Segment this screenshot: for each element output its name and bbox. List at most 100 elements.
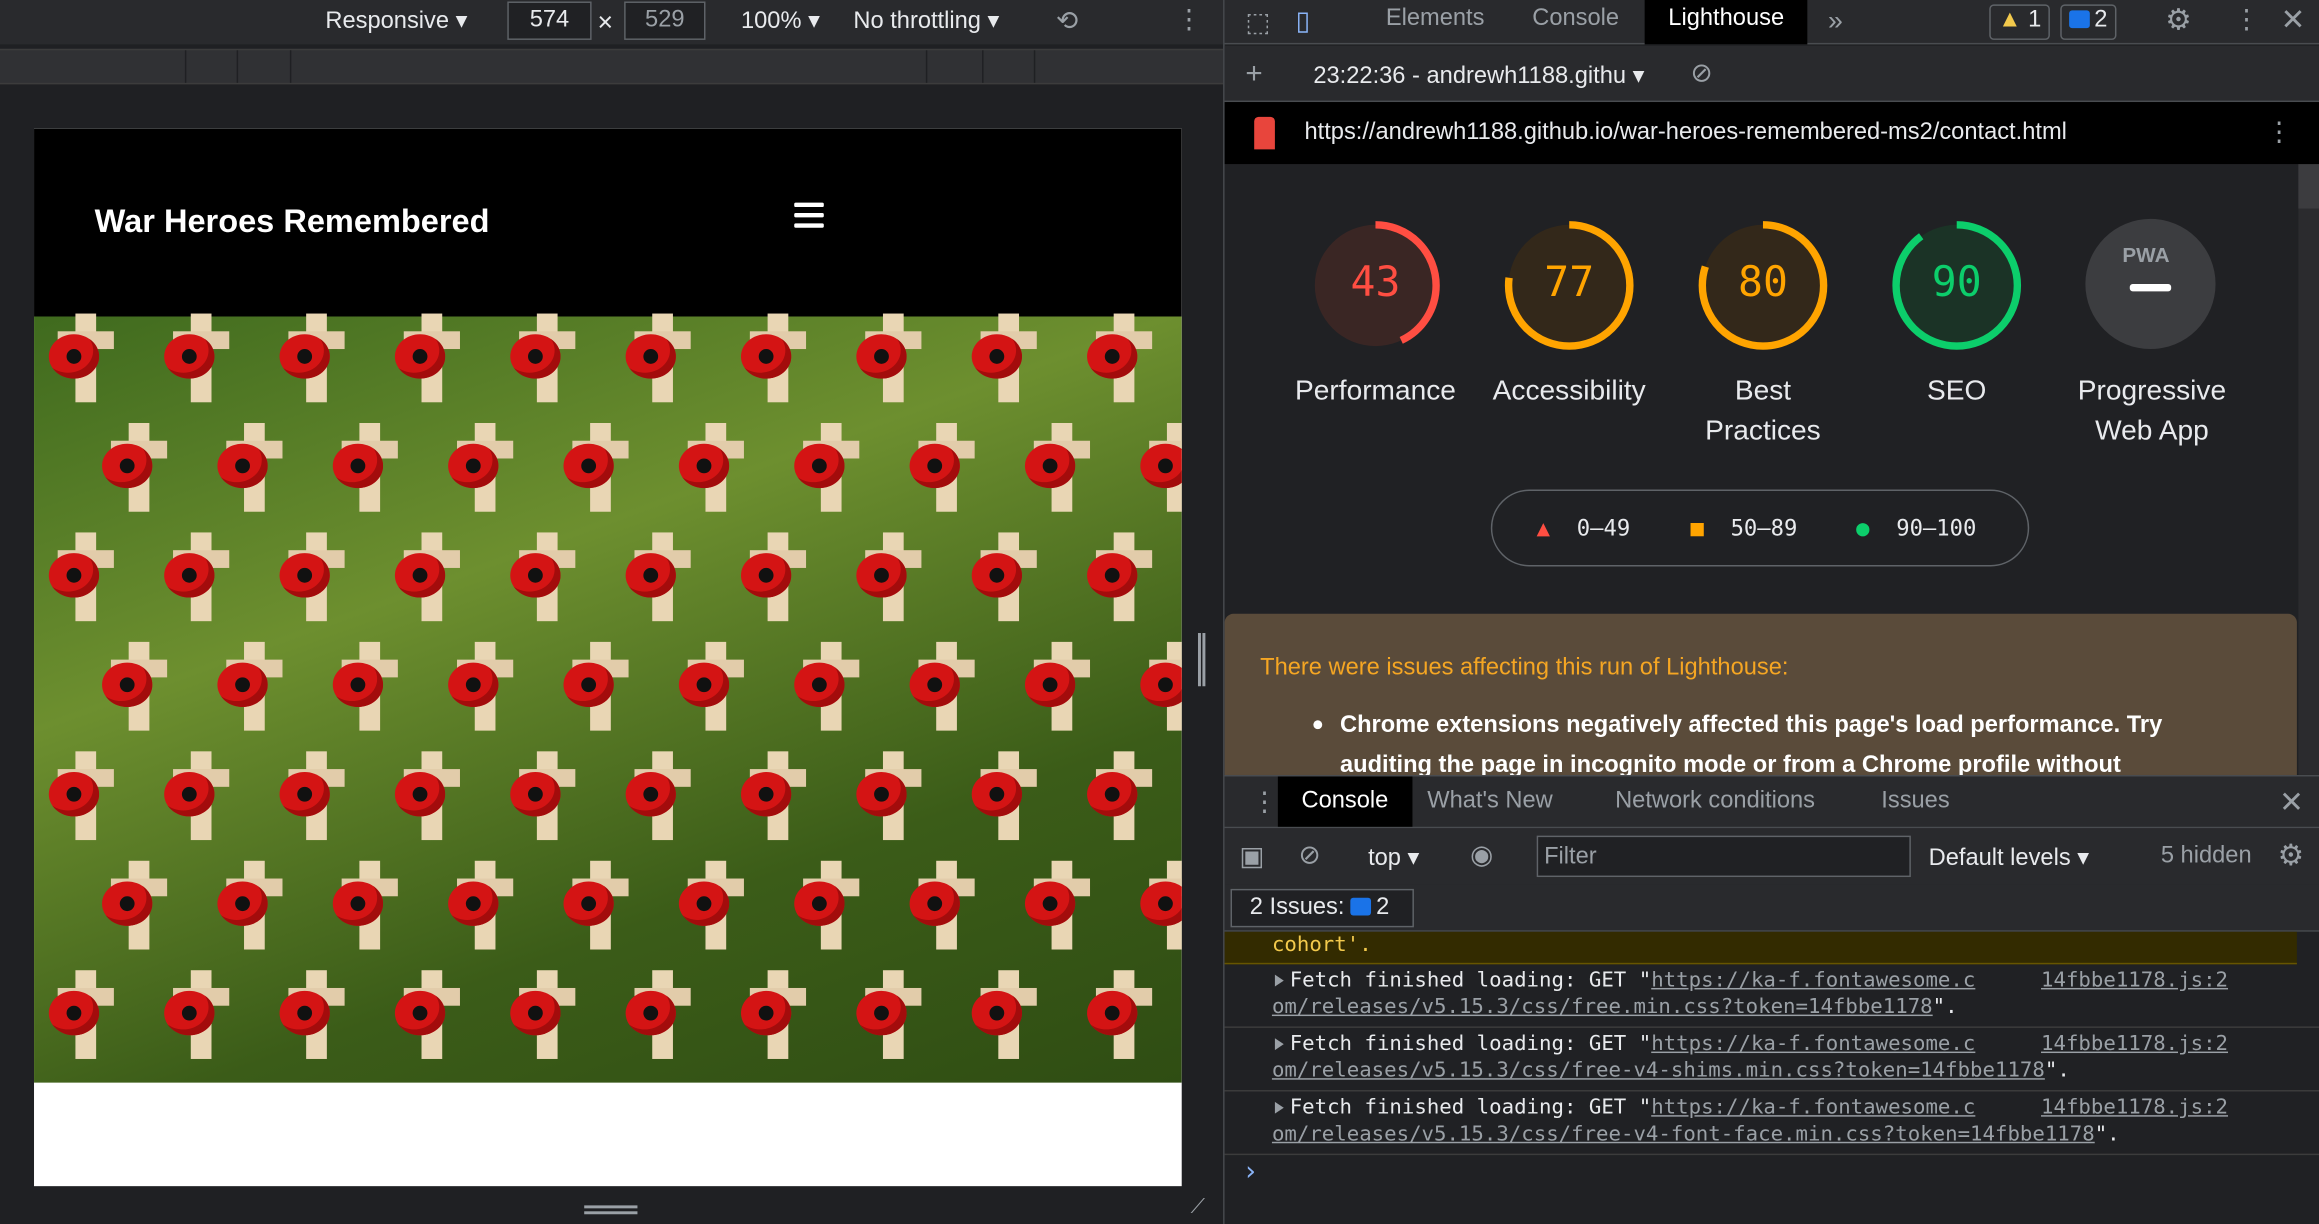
message-link-cont[interactable]: om/releases/v5.15.3/css/free.min.css?tok… <box>1272 995 1933 1019</box>
legend-average: ■ 50–89 <box>1690 515 1797 542</box>
gauge-performance[interactable]: 43 <box>1309 219 1442 352</box>
gauge-accessibility[interactable]: 77 <box>1503 219 1636 352</box>
poppy <box>740 990 792 1036</box>
poppy <box>279 772 330 817</box>
tab-elements[interactable]: Elements <box>1386 6 1485 33</box>
issues-button-count: 2 <box>1376 894 1390 920</box>
report-scrollbar[interactable] <box>2298 164 2319 775</box>
emulated-page: War Heroes Remembered <box>34 128 1182 1187</box>
height-input[interactable]: 529 <box>624 1 706 40</box>
message-link-cont[interactable]: om/releases/v5.15.3/css/free-v4-shims.mi… <box>1272 1059 2045 1083</box>
issues-badge[interactable]: 2 <box>2060 4 2117 40</box>
expand-triangle-icon[interactable] <box>1274 1038 1284 1051</box>
site-brand[interactable]: War Heroes Remembered <box>95 203 490 241</box>
console-message: Fetch finished loading: GET "https://ka-… <box>1224 1092 2319 1156</box>
message-link[interactable]: https://ka-f.fontawesome.c <box>1651 1032 1975 1056</box>
width-input[interactable]: 574 <box>507 1 592 40</box>
close-devtools-icon[interactable]: ✕ <box>2281 6 2306 36</box>
message-prefix: Fetch finished loading: GET " <box>1289 968 1652 993</box>
live-expression-eye-icon[interactable]: ◉ <box>1470 842 1493 869</box>
device-select[interactable]: Responsive ▾ <box>325 6 467 36</box>
warnings-badge[interactable]: ▲ 1 <box>1989 4 2051 40</box>
drawer-menu-icon[interactable]: ⋮ <box>1251 788 1278 815</box>
message-link[interactable]: https://ka-f.fontawesome.c <box>1651 969 1975 993</box>
message-prefix: Fetch finished loading: GET " <box>1289 1095 1652 1120</box>
report-url-bar: https://andrewh1188.github.io/war-heroes… <box>1224 102 2319 165</box>
hidden-count: 5 hidden <box>2160 843 2252 869</box>
lighthouse-logo-icon <box>1254 116 1275 150</box>
width-resize-handle[interactable] <box>1197 633 1206 687</box>
poppy <box>971 990 1022 1036</box>
poppy <box>625 553 676 598</box>
drawer-tab-whats-new[interactable]: What's New <box>1427 788 1553 815</box>
tab-console[interactable]: Console <box>1532 6 1619 33</box>
console-prompt-icon[interactable]: › <box>1242 1157 1258 1188</box>
drawer-tab-issues[interactable]: Issues <box>1881 788 1949 815</box>
corner-resize-icon[interactable]: ⟋ <box>1191 1195 1206 1216</box>
message-source-link[interactable]: 14fbbe1178.js:2 <box>2041 969 2228 993</box>
poppy <box>394 553 446 598</box>
gauge-best-practices[interactable]: 80 <box>1696 219 1829 352</box>
device-select-label: Responsive <box>325 8 450 35</box>
warning-item: Chrome extensions negatively affected th… <box>1339 712 2163 775</box>
poppy <box>1087 553 1138 598</box>
poppy <box>510 334 561 379</box>
poppy <box>794 881 845 926</box>
device-emulation-pane: Responsive ▾ 574 × 529 100% ▾ No throttl… <box>0 0 1224 1224</box>
message-source-link[interactable]: 14fbbe1178.js:2 <box>2041 1096 2228 1120</box>
tab-lighthouse[interactable]: Lighthouse <box>1644 0 1808 45</box>
poppy <box>279 553 330 598</box>
report-select[interactable]: 23:22:36 - andrewh1188.githu ▾ <box>1313 61 1644 91</box>
inspect-element-icon[interactable]: ⬚ <box>1245 9 1270 36</box>
close-drawer-icon[interactable]: ✕ <box>2279 788 2304 818</box>
poppy <box>1087 334 1138 379</box>
report-menu-icon[interactable]: ⋮ <box>2266 118 2293 145</box>
poppy <box>971 334 1022 379</box>
poppy <box>678 443 730 489</box>
rotate-icon[interactable]: ⟲ <box>1056 7 1078 34</box>
drawer-tab-network-conditions[interactable]: Network conditions <box>1615 788 1815 815</box>
message-link[interactable]: https://ka-f.fontawesome.c <box>1651 1096 1975 1120</box>
gauge-label-seo: SEO <box>1927 375 1987 407</box>
new-report-icon[interactable]: + <box>1245 59 1262 89</box>
media-query-bar[interactable] <box>0 48 1224 85</box>
report-url[interactable]: https://andrewh1188.github.io/war-heroes… <box>1304 120 2066 147</box>
issues-button[interactable]: 2 Issues: 2 <box>1230 888 1414 928</box>
poppy <box>102 881 153 926</box>
hamburger-menu-icon[interactable] <box>794 202 824 230</box>
gauge-seo[interactable]: 90 <box>1890 219 2023 352</box>
device-toggle-icon[interactable]: ▯ <box>1296 7 1311 34</box>
context-select[interactable]: top ▾ <box>1368 843 1419 873</box>
lighthouse-toolbar: + 23:22:36 - andrewh1188.githu ▾ ⊘ <box>1224 45 2319 103</box>
poppy <box>1024 662 1076 707</box>
poppy <box>909 443 960 489</box>
throttling-select[interactable]: No throttling ▾ <box>853 6 999 36</box>
expand-triangle-icon[interactable] <box>1274 1101 1284 1114</box>
sidebar-toggle-icon[interactable]: ▣ <box>1239 843 1264 870</box>
height-resize-handle[interactable] <box>584 1205 638 1215</box>
customize-icon[interactable]: ⋮ <box>2233 6 2260 33</box>
message-link-cont[interactable]: om/releases/v5.15.3/css/free-v4-font-fac… <box>1272 1123 2095 1147</box>
poppy <box>625 772 676 817</box>
poppy <box>217 881 268 926</box>
more-options-icon[interactable]: ⋮ <box>1176 6 1203 33</box>
more-tabs-icon[interactable]: » <box>1828 7 1843 34</box>
poppy <box>971 772 1022 817</box>
zoom-select[interactable]: 100% ▾ <box>741 6 820 36</box>
clear-console-icon[interactable]: ⊘ <box>1299 842 1321 869</box>
poppy <box>448 662 499 707</box>
poppy <box>740 334 792 379</box>
console-settings-gear-icon[interactable]: ⚙ <box>2278 842 2305 872</box>
poppy <box>971 553 1022 598</box>
settings-gear-icon[interactable]: ⚙ <box>2165 6 2192 36</box>
expand-triangle-icon[interactable] <box>1274 974 1284 987</box>
report-select-label: 23:22:36 - andrewh1188.githu <box>1313 63 1627 89</box>
issues-button-label: 2 Issues: <box>1249 894 1345 920</box>
message-source-link[interactable]: 14fbbe1178.js:2 <box>2041 1032 2228 1056</box>
log-levels-select[interactable]: Default levels ▾ <box>1929 843 2090 873</box>
pwa-gauge[interactable]: PWA <box>2085 218 2218 352</box>
clear-reports-icon[interactable]: ⊘ <box>1690 59 1712 86</box>
console-filter-input[interactable]: Filter <box>1536 835 1911 878</box>
poppy <box>563 662 614 707</box>
drawer-tab-console[interactable]: Console <box>1277 776 1413 827</box>
